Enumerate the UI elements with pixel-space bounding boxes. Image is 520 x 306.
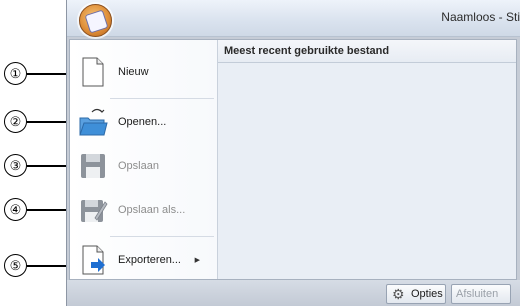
- save-as-icon: [78, 194, 108, 226]
- menu-item-new-label: Nieuw: [118, 66, 149, 78]
- title-bar: Naamloos - Sti: [67, 0, 520, 37]
- application-menu: Nieuw Openen... Opslaan Opslaan als... E…: [69, 39, 517, 280]
- save-disk-icon: [78, 150, 108, 182]
- menu-item-save[interactable]: Opslaan: [78, 148, 216, 184]
- app-logo-icon: [84, 9, 109, 34]
- menu-item-export-label: Exporteren...: [118, 254, 181, 266]
- callout-4: ④: [4, 198, 27, 221]
- menu-commands: Nieuw Openen... Opslaan Opslaan als... E…: [70, 40, 218, 279]
- menu-item-new[interactable]: Nieuw: [78, 54, 216, 90]
- menu-footer: ⚙ Opties Afsluiten: [67, 280, 520, 306]
- callout-5: ⑤: [4, 254, 27, 277]
- application-menu-button[interactable]: [79, 4, 112, 37]
- options-button-label: Opties: [411, 288, 443, 300]
- menu-item-save-label: Opslaan: [118, 160, 159, 172]
- new-document-icon: [78, 56, 108, 88]
- callout-3: ③: [4, 154, 27, 177]
- menu-item-save-as[interactable]: Opslaan als...: [78, 192, 216, 228]
- submenu-arrow-icon: ▶: [194, 257, 200, 264]
- recent-files-panel: Meest recent gebruikte bestand: [218, 40, 516, 279]
- export-icon: [78, 244, 108, 276]
- options-button[interactable]: ⚙ Opties: [386, 284, 446, 304]
- menu-item-open-label: Openen...: [118, 116, 167, 128]
- callout-2: ②: [4, 110, 27, 133]
- menu-divider: [110, 98, 214, 99]
- menu-item-export[interactable]: Exporteren... ▶: [78, 242, 216, 278]
- exit-button[interactable]: Afsluiten: [451, 284, 511, 304]
- menu-item-save-as-label: Opslaan als...: [118, 204, 186, 216]
- application-window: Naamloos - Sti Nieuw Openen... Opslaan O…: [66, 0, 520, 306]
- callout-1: ①: [4, 62, 27, 85]
- recent-files-header: Meest recent gebruikte bestand: [218, 40, 516, 63]
- window-title: Naamloos - Sti: [441, 10, 520, 24]
- open-folder-icon: [78, 106, 108, 138]
- menu-divider: [110, 236, 214, 237]
- options-icon: ⚙: [392, 286, 405, 302]
- exit-button-label: Afsluiten: [456, 288, 499, 300]
- menu-item-open[interactable]: Openen...: [78, 104, 216, 140]
